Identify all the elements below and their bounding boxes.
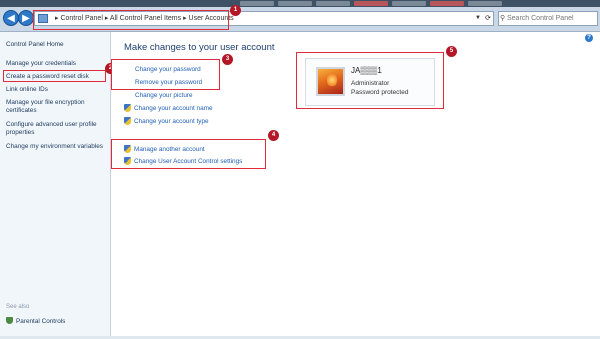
annotation-badge-5: 5: [446, 46, 457, 57]
sidebar-link-online-ids[interactable]: Link online IDs: [6, 86, 48, 94]
refresh-icon[interactable]: ⟳: [485, 12, 491, 25]
sidebar-manage-file-encryption[interactable]: Manage your file encryption certificates: [6, 99, 106, 115]
tab-chip[interactable]: [468, 1, 502, 6]
annotation-box-2: [3, 70, 106, 82]
tab-chip[interactable]: [430, 1, 464, 6]
annotation-badge-4: 4: [268, 130, 279, 141]
annotation-badge-1: 1: [230, 5, 241, 16]
annotation-box-3: [111, 59, 220, 90]
tab-chip[interactable]: [316, 1, 350, 6]
uac-shield-icon: [124, 117, 131, 125]
tab-chip[interactable]: [240, 1, 274, 6]
top-tab-strip: [0, 0, 600, 7]
help-icon[interactable]: ?: [585, 34, 593, 42]
task-change-account-type[interactable]: Change your account type: [124, 117, 209, 125]
task-change-picture[interactable]: Change your picture: [135, 92, 193, 99]
parental-controls-icon: [6, 317, 13, 324]
sidebar-control-panel-home[interactable]: Control Panel Home: [6, 41, 64, 49]
sidebar-environment-variables[interactable]: Change my environment variables: [6, 143, 106, 151]
page-title: Make changes to your user account: [124, 42, 275, 53]
annotation-badge-3: 3: [222, 54, 233, 65]
parental-controls-label: Parental Controls: [16, 318, 66, 325]
sidebar-advanced-profile-properties[interactable]: Configure advanced user profile properti…: [6, 121, 106, 137]
search-input[interactable]: [507, 13, 591, 24]
tab-chip[interactable]: [278, 1, 312, 6]
task-label: Change your account name: [134, 105, 213, 112]
search-icon[interactable]: ⚲: [500, 14, 505, 22]
sidebar-parental-controls[interactable]: Parental Controls: [6, 317, 65, 325]
tab-chip[interactable]: [392, 1, 426, 6]
uac-shield-icon: [124, 104, 131, 112]
annotation-box-1: [33, 10, 229, 30]
sidebar-manage-credentials[interactable]: Manage your credentials: [6, 60, 76, 68]
annotation-box-5: [296, 52, 444, 109]
task-change-account-name[interactable]: Change your account name: [124, 104, 213, 112]
tab-chip[interactable]: [354, 1, 388, 6]
address-dropdown-icon[interactable]: ▼: [475, 12, 481, 25]
annotation-box-4: [111, 139, 266, 169]
back-arrow-icon[interactable]: ◀: [3, 10, 19, 26]
search-box[interactable]: ⚲: [498, 11, 598, 26]
task-label: Change your account type: [134, 118, 209, 125]
forward-arrow-icon[interactable]: ▶: [18, 10, 34, 26]
see-also-label: See also: [6, 304, 30, 310]
